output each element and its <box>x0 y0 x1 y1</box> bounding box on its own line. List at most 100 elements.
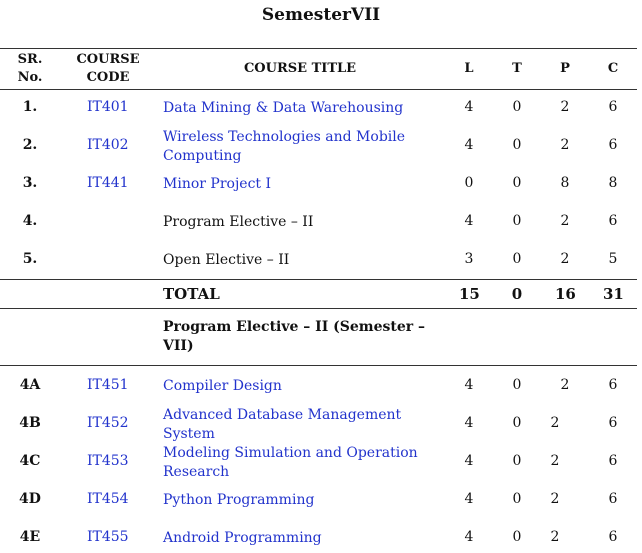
header-code: COURSE CODE <box>72 51 144 87</box>
course-row-title: Open Elective – II <box>163 251 289 270</box>
elective-row-t: 0 <box>512 529 522 545</box>
course-row-code: IT402 <box>87 137 129 153</box>
course-row-sr: 1. <box>22 99 38 115</box>
course-row-t: 0 <box>512 99 522 115</box>
header-course-title: COURSE TITLE <box>243 61 357 76</box>
course-row-title-line: Computing <box>163 147 242 164</box>
elective-row-code: IT452 <box>87 415 129 431</box>
course-row-sr: 5. <box>22 251 38 267</box>
elective-row-code: IT454 <box>87 491 129 507</box>
course-row-title-line: Wireless Technologies and Mobile <box>163 128 406 145</box>
elective-row-title: Compiler Design <box>163 377 282 396</box>
elective-row-sr: 4D <box>19 491 41 507</box>
elective-row-code: IT453 <box>87 453 129 469</box>
elective-row-p: 2 <box>560 377 570 393</box>
elective-heading-rule <box>0 365 637 366</box>
total-label: TOTAL <box>163 285 220 303</box>
elective-row-t: 0 <box>512 491 522 507</box>
header-code-line2: CODE <box>86 70 130 85</box>
elective-row-c: 6 <box>608 529 618 545</box>
header-sr-line2: No. <box>17 70 43 85</box>
course-row-p: 2 <box>560 213 570 229</box>
course-row-t: 0 <box>512 213 522 229</box>
elective-row-title: Python Programming <box>163 491 314 510</box>
course-row-sr: 4. <box>22 213 38 229</box>
total-p: 16 <box>555 285 576 303</box>
course-row-t: 0 <box>512 251 522 267</box>
header-t: T <box>512 61 522 76</box>
total-bottom-rule <box>0 308 637 309</box>
elective-row-c: 6 <box>608 377 618 393</box>
course-row-c: 6 <box>608 213 618 229</box>
header-sr: SR. No. <box>10 51 50 87</box>
elective-row-title: Advanced Database Management System <box>163 406 401 444</box>
course-row-l: 4 <box>464 137 474 153</box>
course-row-title-line: Open Elective – II <box>163 252 290 268</box>
elective-row-l: 4 <box>464 453 474 469</box>
course-row-title: Program Elective – II <box>163 213 313 232</box>
elective-row-p: 2 <box>550 491 560 507</box>
elective-row-title-line: Modeling Simulation and Operation <box>163 444 418 461</box>
course-row-t: 0 <box>512 137 522 153</box>
course-row-sr: 2. <box>22 137 38 153</box>
elective-heading: Program Elective – II (Semester – VII) <box>163 318 425 356</box>
elective-row-title: Modeling Simulation and Operation Researc… <box>163 444 418 482</box>
elective-heading-line2: VII) <box>163 338 194 354</box>
elective-row-p: 2 <box>550 415 560 431</box>
elective-row-sr: 4A <box>19 377 41 393</box>
elective-heading-line1: Program Elective – II (Semester – <box>163 319 426 335</box>
elective-row-title-line: Advanced Database Management <box>163 406 402 423</box>
course-row-l: 0 <box>464 175 474 191</box>
header-sr-line1: SR. <box>17 52 43 67</box>
elective-row-l: 4 <box>464 415 474 431</box>
course-row-code: IT441 <box>87 175 129 191</box>
header-top-rule <box>0 48 637 49</box>
course-row-c: 8 <box>608 175 618 191</box>
header-p: P <box>560 61 570 76</box>
elective-row-title-line: Research <box>163 463 230 480</box>
course-row-title-line: Program Elective – II <box>163 214 314 230</box>
elective-row-sr: 4E <box>19 529 41 545</box>
header-l: L <box>464 61 474 76</box>
course-row-title: Data Mining & Data Warehousing <box>163 99 403 118</box>
total-top-rule <box>0 279 637 280</box>
elective-row-l: 4 <box>464 491 474 507</box>
elective-row-p: 2 <box>550 529 560 545</box>
course-row-title: Wireless Technologies and Mobile Computin… <box>163 128 405 166</box>
course-row-c: 6 <box>608 137 618 153</box>
elective-row-title-line: Android Programming <box>163 530 322 546</box>
elective-row-title: Android Programming <box>163 529 322 548</box>
elective-row-t: 0 <box>512 453 522 469</box>
total-c: 31 <box>603 285 624 303</box>
course-row-c: 6 <box>608 99 618 115</box>
course-row-sr: 3. <box>22 175 38 191</box>
course-row-p: 2 <box>560 99 570 115</box>
elective-row-t: 0 <box>512 377 522 393</box>
elective-row-sr: 4C <box>19 453 41 469</box>
elective-row-code: IT455 <box>87 529 129 545</box>
elective-row-sr: 4B <box>19 415 41 431</box>
course-row-l: 4 <box>464 99 474 115</box>
course-row-l: 3 <box>464 251 474 267</box>
course-row-p: 2 <box>560 251 570 267</box>
course-row-title: Minor Project I <box>163 175 271 194</box>
elective-row-c: 6 <box>608 491 618 507</box>
elective-row-title-line: System <box>163 425 215 442</box>
elective-row-title-line: Compiler Design <box>163 378 282 394</box>
elective-row-title-line: Python Programming <box>163 492 315 508</box>
course-row-title-line: Data Mining & Data Warehousing <box>163 100 404 116</box>
course-row-c: 5 <box>608 251 618 267</box>
elective-row-c: 6 <box>608 453 618 469</box>
header-bottom-rule <box>0 89 637 90</box>
elective-row-c: 6 <box>608 415 618 431</box>
elective-row-l: 4 <box>464 377 474 393</box>
elective-row-t: 0 <box>512 415 522 431</box>
course-row-code: IT401 <box>87 99 129 115</box>
page-title: SemesterVII <box>261 5 381 25</box>
course-row-p: 8 <box>560 175 570 191</box>
elective-row-l: 4 <box>464 529 474 545</box>
header-code-line1: COURSE <box>76 52 140 67</box>
header-c: C <box>607 61 619 76</box>
elective-row-p: 2 <box>550 453 560 469</box>
total-l: 15 <box>459 285 480 303</box>
